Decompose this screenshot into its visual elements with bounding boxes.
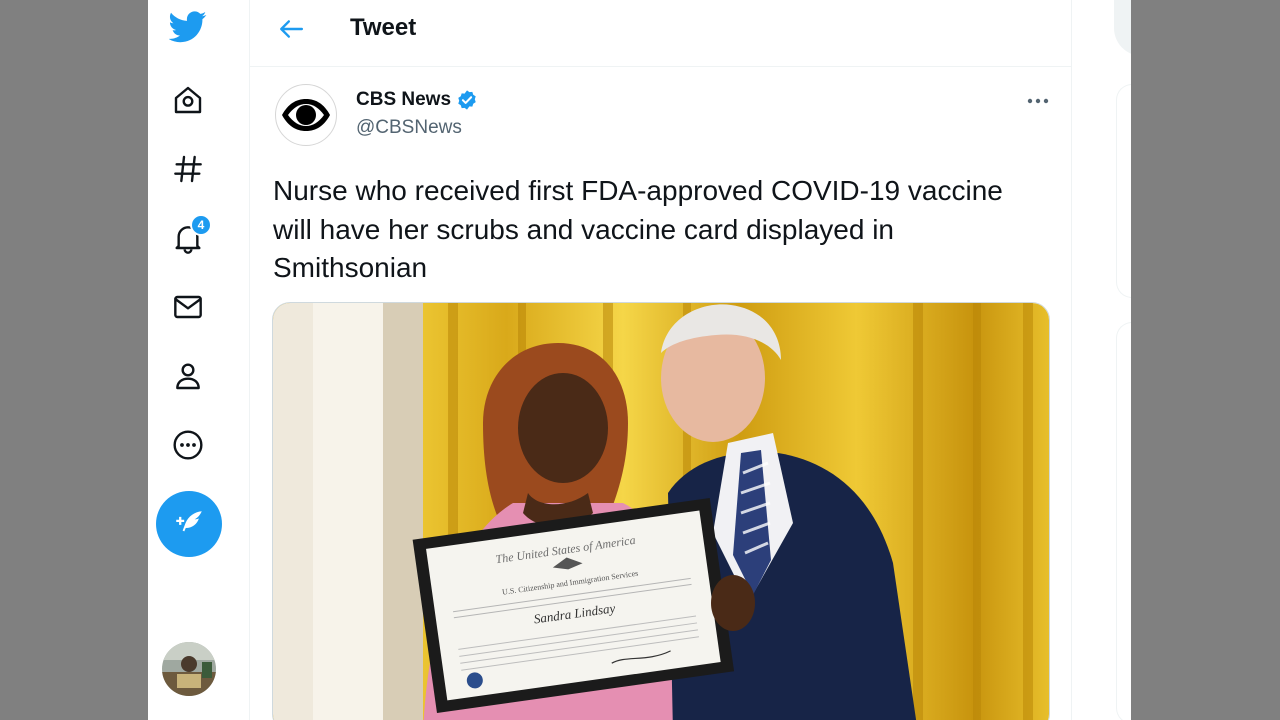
home-icon[interactable] <box>169 81 207 119</box>
photo-nurse-and-president-with-certificate: The United States of America U.S. Citize… <box>273 303 1049 720</box>
right-sidebar-card <box>1116 322 1131 720</box>
ellipsis-icon <box>1027 98 1049 104</box>
twitter-window: 4 Tweet CBS News @CBSNews Nurse who rece… <box>148 0 1131 720</box>
sidebar-nav: 4 <box>148 0 249 720</box>
more-options-button[interactable] <box>1020 86 1056 116</box>
back-button[interactable] <box>270 12 312 46</box>
messages-envelope-icon[interactable] <box>169 288 207 326</box>
twitter-logo-icon[interactable] <box>169 8 207 46</box>
cbs-eye-logo-icon <box>279 88 333 142</box>
page-header: Tweet <box>250 0 1071 67</box>
verified-badge-icon <box>458 90 476 110</box>
explore-hashtag-icon[interactable] <box>169 150 207 188</box>
author-avatar[interactable] <box>275 84 337 146</box>
tweet-photo[interactable]: The United States of America U.S. Citize… <box>272 302 1050 720</box>
author-name-text: CBS News <box>356 89 452 110</box>
tweet-detail-column: Tweet CBS News @CBSNews Nurse who receiv… <box>249 0 1072 720</box>
right-sidebar <box>1072 0 1131 720</box>
compose-tweet-button[interactable] <box>156 491 222 557</box>
right-sidebar-card <box>1116 84 1131 298</box>
profile-person-icon[interactable] <box>169 357 207 395</box>
account-avatar[interactable] <box>162 642 216 696</box>
notification-count-badge: 4 <box>190 214 212 236</box>
tweet-text: Nurse who received first FDA-approved CO… <box>273 175 1003 283</box>
arrow-left-icon <box>280 20 304 38</box>
search-input[interactable] <box>1114 0 1131 56</box>
author-name[interactable]: CBS News <box>356 89 478 111</box>
page-title: Tweet <box>350 14 417 41</box>
author-handle[interactable]: @CBSNews <box>356 117 462 139</box>
more-circle-icon[interactable] <box>169 426 207 464</box>
feather-plus-icon <box>176 511 202 532</box>
